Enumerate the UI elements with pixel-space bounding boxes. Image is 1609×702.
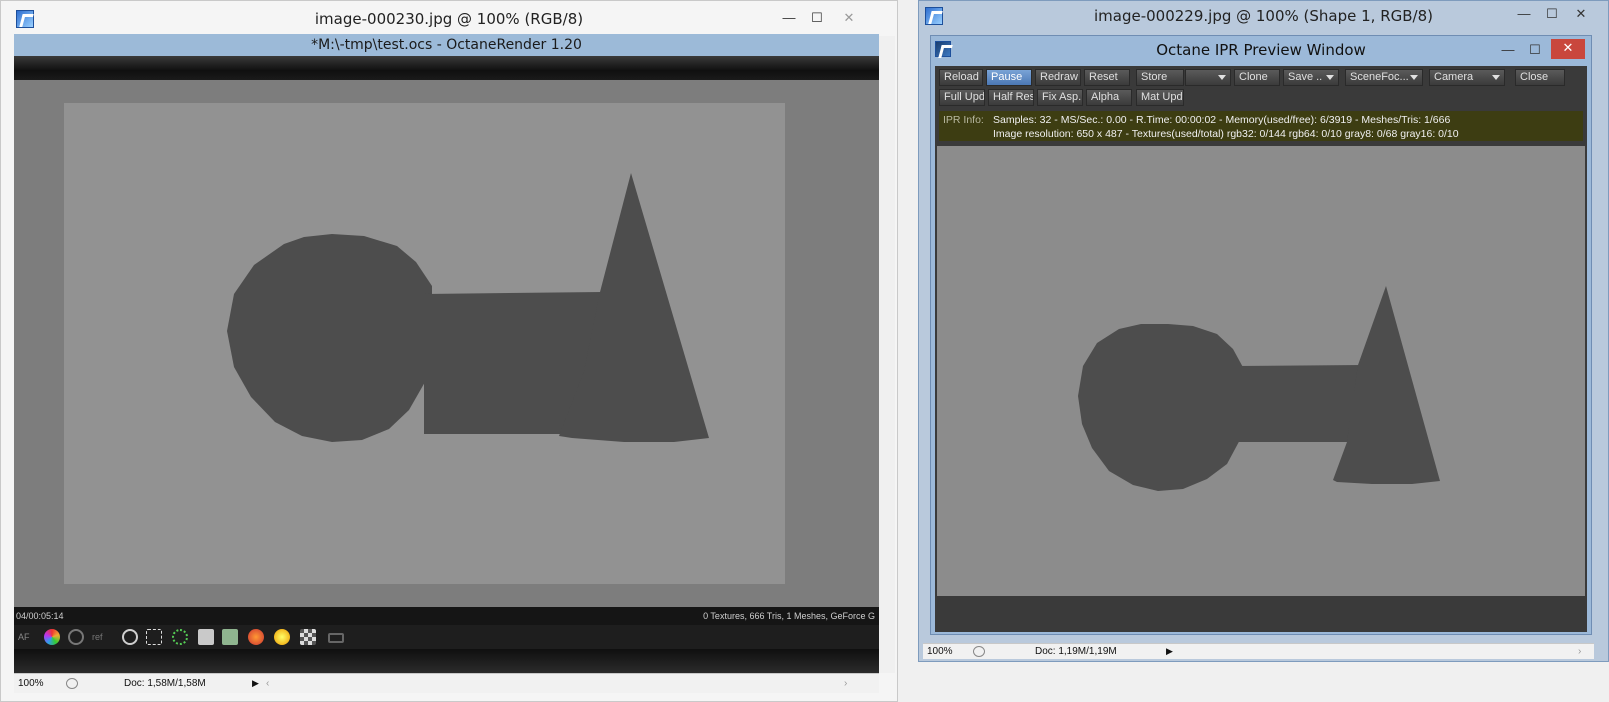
- clipboard-icon[interactable]: [198, 629, 214, 645]
- ipr-info-line-1: Samples: 32 - MS/Sec.: 0.00 - R.Time: 00…: [993, 114, 1451, 126]
- pause-button[interactable]: Pause: [986, 69, 1032, 86]
- reset-button[interactable]: Reset: [1084, 69, 1130, 86]
- store-slot-dropdown[interactable]: [1185, 69, 1231, 86]
- alpha-button[interactable]: Alpha: [1086, 89, 1132, 106]
- left-status-bar: 100% Doc: 1,58M/1,58M ▶ ‹ ›: [14, 673, 879, 693]
- window-title: image-000230.jpg @ 100% (RGB/8): [314, 10, 584, 28]
- camera-label: Camera: [1434, 71, 1474, 83]
- render-time-label: 04/00:05:14: [16, 611, 64, 621]
- fix-aspect-button[interactable]: Fix Asp.: [1037, 89, 1083, 106]
- ipr-render-view[interactable]: [937, 146, 1585, 596]
- render-image: [64, 103, 785, 584]
- octane-titlebar: *M:\-tmp\test.ocs - OctaneRender 1.20: [14, 34, 879, 56]
- octane-toolbar: AF ref: [14, 625, 879, 649]
- spinner-icon[interactable]: [172, 629, 188, 645]
- status-arrow-icon[interactable]: ▶: [252, 678, 259, 689]
- ipr-preview-window: Octane IPR Preview Window — ☐ ✕ Reload P…: [930, 35, 1592, 635]
- ipr-close-button[interactable]: ✕: [1551, 39, 1585, 59]
- zoom-level-field[interactable]: 100%: [927, 646, 953, 657]
- color-wheel-icon[interactable]: [44, 629, 60, 645]
- half-res-button[interactable]: Half Res: [988, 89, 1034, 106]
- ipr-minimize-button[interactable]: —: [1498, 41, 1518, 59]
- region-icon[interactable]: [146, 629, 162, 645]
- status-clock-icon[interactable]: [973, 646, 985, 657]
- camera-dropdown[interactable]: Camera: [1429, 69, 1505, 86]
- status-arrow-icon[interactable]: ▶: [1166, 646, 1173, 657]
- chevron-down-icon: [1492, 75, 1500, 80]
- ipr-window-title: Octane IPR Preview Window: [1156, 41, 1366, 59]
- cylinder-shape: [1237, 365, 1363, 442]
- chevron-down-icon: [1326, 75, 1334, 80]
- octane-top-strip: [14, 56, 879, 80]
- minimize-button[interactable]: —: [1514, 5, 1534, 23]
- af-icon[interactable]: AF: [18, 629, 34, 645]
- reload-button[interactable]: Reload: [939, 69, 983, 86]
- chevron-down-icon: [1410, 75, 1418, 80]
- scene-stats-label: 0 Textures, 666 Tris, 1 Meshes, GeForce …: [703, 611, 875, 621]
- status-clock-icon[interactable]: [66, 678, 78, 689]
- ref-icon[interactable]: ref: [92, 629, 108, 645]
- zoom-level-field[interactable]: 100%: [18, 678, 44, 689]
- scene-focus-dropdown[interactable]: SceneFoc...: [1345, 69, 1423, 86]
- photoshop-document-window-right: image-000229.jpg @ 100% (Shape 1, RGB/8)…: [918, 0, 1609, 662]
- sphere-shape: [1078, 324, 1245, 491]
- redraw-button[interactable]: Redraw: [1035, 69, 1081, 86]
- save-icon[interactable]: [222, 629, 238, 645]
- refresh-icon[interactable]: [68, 629, 84, 645]
- maximize-button[interactable]: ☐: [1542, 5, 1562, 23]
- zoom-icon[interactable]: [122, 629, 138, 645]
- sun-icon[interactable]: [274, 629, 290, 645]
- close-button[interactable]: ✕: [839, 9, 859, 27]
- ipr-info-label: IPR Info:: [943, 114, 984, 126]
- save-dropdown[interactable]: Save ..: [1283, 69, 1339, 86]
- close-button[interactable]: ✕: [1571, 5, 1591, 23]
- full-update-button[interactable]: Full Upd.: [939, 89, 985, 106]
- doc-size-label: Doc: 1,19M/1,19M: [1035, 646, 1117, 657]
- ipr-close-text-button[interactable]: Close: [1515, 69, 1565, 86]
- checker-icon[interactable]: [300, 629, 316, 645]
- sphere-shape: [227, 234, 432, 442]
- ipr-info-panel: IPR Info: Samples: 32 - MS/Sec.: 0.00 - …: [939, 111, 1583, 141]
- chevron-down-icon: [1218, 75, 1226, 80]
- maximize-button[interactable]: ☐: [807, 9, 827, 27]
- octane-bottom-strip: [14, 649, 879, 673]
- window-titlebar[interactable]: image-000229.jpg @ 100% (Shape 1, RGB/8)…: [919, 1, 1608, 31]
- ipr-body: Reload Pause Redraw Reset Store Clone Sa…: [935, 66, 1587, 632]
- ipr-maximize-button[interactable]: ☐: [1525, 41, 1545, 59]
- hscroll-right-icon[interactable]: ›: [844, 678, 847, 689]
- store-button[interactable]: Store: [1136, 69, 1184, 86]
- window-titlebar[interactable]: image-000230.jpg @ 100% (RGB/8) — ☐ ✕: [1, 1, 897, 37]
- hscroll-left-icon[interactable]: ‹: [266, 678, 269, 689]
- scene-focus-label: SceneFoc...: [1350, 71, 1409, 83]
- ipr-render-shapes: [1078, 286, 1440, 491]
- window-title: image-000229.jpg @ 100% (Shape 1, RGB/8): [1093, 7, 1434, 25]
- save-label: Save ..: [1288, 71, 1323, 83]
- left-vertical-scrollbar[interactable]: [879, 36, 895, 673]
- minimize-button[interactable]: —: [779, 9, 799, 27]
- render-shapes: [227, 173, 709, 442]
- hscroll-right-icon[interactable]: ›: [1578, 646, 1581, 657]
- paint-icon[interactable]: [248, 629, 264, 645]
- right-status-bar: 100% Doc: 1,19M/1,19M ▶ ›: [923, 643, 1594, 659]
- doc-size-label: Doc: 1,58M/1,58M: [124, 678, 206, 689]
- mat-update-button[interactable]: Mat Upd: [1136, 89, 1184, 106]
- octane-stats-bar: 04/00:05:14 0 Textures, 666 Tris, 1 Mesh…: [14, 607, 879, 625]
- ipr-info-line-2: Image resolution: 650 x 487 - Textures(u…: [993, 128, 1459, 140]
- clone-button[interactable]: Clone: [1234, 69, 1280, 86]
- lock-icon[interactable]: [328, 633, 344, 643]
